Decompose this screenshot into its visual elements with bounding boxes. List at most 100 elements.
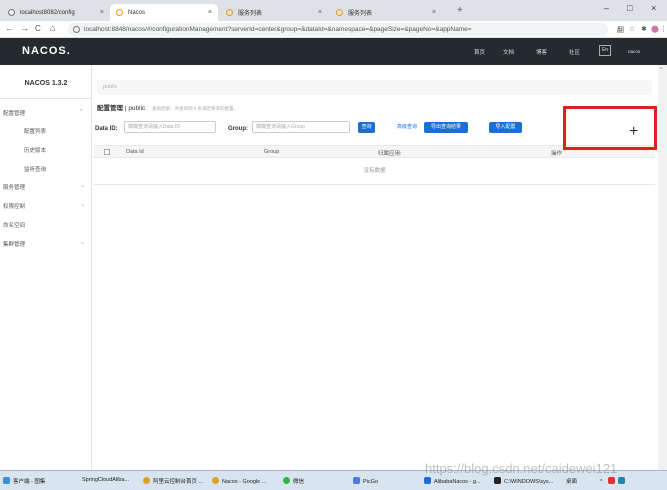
taskbar-item-springcloud[interactable]: SpringCloudAliba...	[82, 477, 129, 483]
taskbar-label: 客户端 - 图集	[13, 479, 46, 485]
browser-tab-bar: localhost8082/config × Nacos × 服务列表 × 服务…	[0, 0, 667, 21]
tab-service-list-2[interactable]: 服务列表 ×	[330, 4, 442, 21]
app-icon	[424, 477, 431, 484]
column-app: 归属应用:	[378, 151, 402, 157]
sidebar-item-namespace[interactable]: 命名空间	[3, 221, 25, 229]
sidebar: NACOS 1.3.2 配置管理 ^ 配置列表 历史版本 监听查询 服务管理 ⌄…	[0, 65, 92, 470]
nav-community[interactable]: 社区	[569, 48, 580, 56]
bookmark-star-icon[interactable]: ☆	[629, 25, 635, 33]
sidebar-title: NACOS 1.3.2	[24, 80, 68, 87]
taskbar-label: 微信	[293, 479, 305, 485]
taskbar-item-nacos-chrome[interactable]: Nacos - Google ...	[212, 477, 266, 485]
export-results-button[interactable]: 导出查询结果	[424, 122, 468, 133]
namespace-label: public	[128, 105, 146, 112]
menu-icon[interactable]: ⋮	[660, 25, 667, 33]
nav-docs[interactable]: 文档	[503, 48, 514, 56]
system-tray[interactable]: ^	[600, 477, 628, 485]
chevron-down-icon[interactable]: ⌄	[80, 201, 85, 208]
add-config-plus-icon[interactable]: +	[629, 124, 638, 140]
app-icon	[3, 477, 10, 484]
nacos-logo[interactable]: NACOS.	[22, 45, 71, 57]
chevron-down-icon[interactable]: ⌄	[80, 239, 85, 246]
taskbar-item-desktop[interactable]: 桌面	[566, 477, 577, 485]
maximize-button[interactable]: □	[627, 3, 632, 13]
empty-table-message: 没有数据	[94, 158, 655, 185]
minimize-button[interactable]: –	[604, 3, 609, 13]
picgo-icon	[353, 477, 360, 484]
tab-label: 服务列表	[238, 11, 263, 17]
home-button[interactable]: ⌂	[50, 23, 55, 33]
import-config-button[interactable]: 导入配置	[489, 122, 522, 133]
profile-avatar-icon[interactable]: ⬤	[651, 25, 659, 33]
watermark: https://blog.csdn.net/caidewei121	[425, 461, 618, 476]
user-menu[interactable]: nacos	[628, 49, 640, 54]
chevron-down-icon[interactable]: ⌄	[80, 182, 85, 189]
taskbar-item-aliyun[interactable]: 阿里云控制台首页 ...	[143, 477, 203, 485]
taskbar-label: C:\WINDOWS\sys...	[504, 479, 554, 485]
column-actions: 操作	[551, 151, 563, 157]
close-tab-icon[interactable]: ×	[318, 9, 322, 16]
highlight-box	[563, 106, 657, 150]
chrome-icon	[212, 477, 219, 484]
reload-button[interactable]: C	[35, 24, 41, 33]
taskbar-item-client[interactable]: 客户端 - 图集	[3, 477, 45, 485]
nacos-favicon-icon	[226, 9, 233, 16]
translate-icon[interactable]: 翻	[617, 25, 624, 35]
sidebar-item-access-control[interactable]: 权限控制	[3, 202, 25, 210]
nav-home[interactable]: 首页	[474, 48, 485, 56]
search-button[interactable]: 查询	[358, 122, 375, 133]
site-info-icon[interactable]	[73, 26, 80, 33]
result-hint: 查询结果：共查询到 0 条满足要求的配置。	[152, 106, 239, 111]
chevron-up-icon[interactable]: ^	[80, 109, 83, 115]
group-search-input[interactable]: 模糊查询请输入Group	[252, 121, 350, 133]
address-bar[interactable]: localhost:8848/nacos/#/configurationMana…	[68, 23, 608, 36]
sidebar-item-service-management[interactable]: 服务管理	[3, 183, 25, 191]
tab-localhost-config[interactable]: localhost8082/config ×	[2, 4, 110, 21]
sidebar-item-cluster-management[interactable]: 集群管理	[3, 240, 25, 248]
page-title: 配置管理 | public 查询结果：共查询到 0 条满足要求的配置。	[97, 102, 238, 112]
sidebar-item-history[interactable]: 历史版本	[24, 146, 46, 154]
taskbar-label: Nacos - Google ...	[222, 479, 267, 485]
tab-label: Nacos	[128, 9, 146, 16]
tray-icon	[617, 477, 625, 484]
tab-label: 服务列表	[348, 11, 373, 17]
group-label: Group:	[228, 126, 248, 132]
extensions-icon[interactable]: ✱	[641, 25, 647, 33]
scroll-up-icon[interactable]: ^	[660, 67, 662, 73]
sidebar-item-config-list[interactable]: 配置列表	[24, 127, 46, 135]
close-tab-icon[interactable]: ×	[432, 9, 436, 16]
column-group: Group	[264, 149, 280, 155]
taskbar-item-picgo[interactable]: PicGo	[353, 477, 378, 485]
column-dataid: Data Id	[126, 149, 144, 155]
taskbar-item-cmd[interactable]: C:\WINDOWS\sys...	[494, 477, 553, 485]
close-window-button[interactable]: ×	[651, 3, 656, 13]
page-title-text: 配置管理	[97, 105, 123, 112]
tab-service-list-1[interactable]: 服务列表 ×	[220, 4, 328, 21]
dataid-label: Data ID:	[95, 126, 118, 132]
sidebar-item-config-management[interactable]: 配置管理	[3, 109, 25, 117]
forward-button[interactable]: →	[20, 23, 29, 33]
url-text: localhost:8848/nacos/#/configurationMana…	[84, 26, 472, 33]
close-tab-icon[interactable]: ×	[100, 9, 104, 16]
close-tab-icon[interactable]: ×	[208, 9, 212, 16]
chrome-icon	[143, 477, 150, 484]
taskbar-label: 桌面	[566, 479, 578, 485]
tab-nacos[interactable]: Nacos ×	[110, 4, 218, 21]
terminal-icon	[494, 477, 501, 484]
page-scrollbar[interactable]: ^	[658, 65, 667, 470]
namespace-breadcrumb[interactable]: public	[97, 80, 652, 95]
taskbar-label: AlibabaNacos - g...	[434, 479, 481, 485]
dataid-search-input[interactable]: 模糊查询请输入Data ID	[124, 121, 216, 133]
app-header: NACOS. 首页 文档 博客 社区 En nacos	[0, 38, 667, 65]
language-toggle[interactable]: En	[599, 45, 611, 56]
select-all-checkbox[interactable]	[104, 149, 110, 155]
browser-toolbar: ← → C ⌂ localhost:8848/nacos/#/configura…	[0, 21, 667, 38]
taskbar-item-alibabanacos[interactable]: AlibabaNacos - g...	[424, 477, 480, 485]
wechat-icon	[283, 477, 290, 484]
advanced-search-button[interactable]: 高级查询	[395, 122, 419, 133]
new-tab-button[interactable]: +	[457, 5, 463, 16]
taskbar-item-wechat[interactable]: 微信	[283, 477, 304, 485]
sidebar-item-listener-query[interactable]: 监听查询	[24, 165, 46, 173]
back-button[interactable]: ←	[5, 23, 14, 33]
nav-blog[interactable]: 博客	[536, 48, 547, 56]
